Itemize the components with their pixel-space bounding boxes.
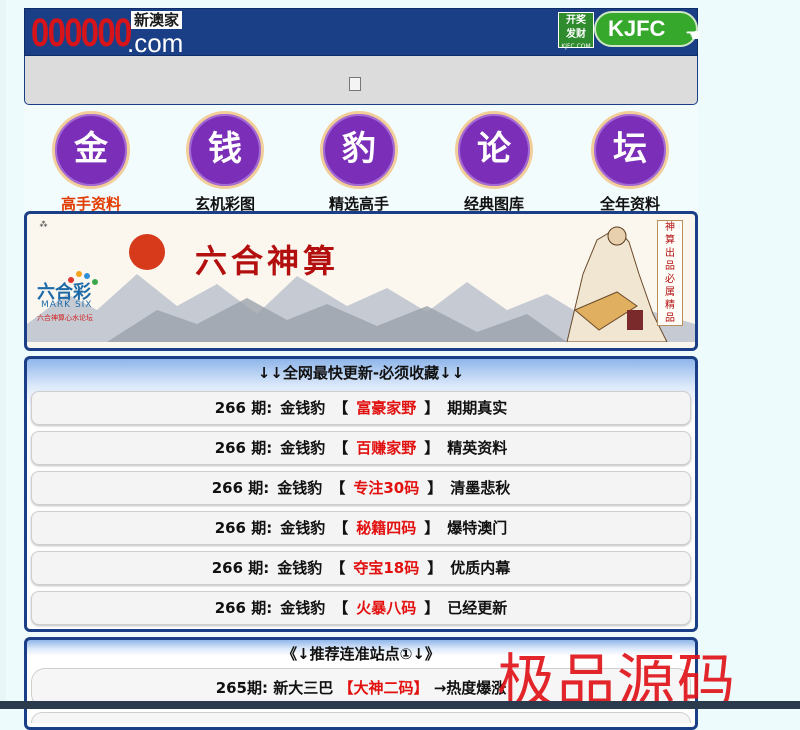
nav-icon-jin: 金: [52, 111, 130, 189]
name: 金钱豹: [277, 559, 323, 577]
side-char: 出: [665, 248, 675, 259]
name: 金钱豹: [280, 439, 326, 457]
highlight: 火暴八码: [356, 599, 417, 617]
list-item[interactable]: 266 期: 金钱豹【专注30码】清墨悲秋: [31, 471, 691, 505]
highlight: 【大神二码】: [338, 679, 429, 697]
period: 266 期:: [214, 599, 273, 617]
name: 新大三巴: [273, 679, 334, 697]
nav-icon-lun: 论: [455, 111, 533, 189]
panel-title: ↓↓全网最快更新-必须收藏↓↓: [257, 364, 465, 382]
window-edge: [0, 0, 6, 709]
figure-belt: [627, 310, 643, 330]
bracket-close: 】: [424, 399, 440, 417]
logo-dot-orange: [76, 271, 82, 277]
taskbar-strip: [0, 701, 800, 709]
name: 金钱豹: [280, 399, 326, 417]
banner-seal-text: ⁂: [39, 220, 48, 229]
tail: 优质内幕: [450, 559, 511, 577]
mark-six-en: MARK SIX: [41, 300, 93, 310]
nav-item-quannian[interactable]: 坛 全年资料: [580, 105, 680, 214]
banner-title: 六合神算: [195, 242, 340, 280]
logo-number: 000000: [31, 11, 132, 55]
broken-image-icon: [349, 77, 361, 91]
nav-item-high-hand[interactable]: 金 高手资料: [41, 105, 141, 214]
bracket-open: 【: [333, 519, 349, 537]
list-item[interactable]: 266 期: 金钱豹【百赚家野】精英资料: [31, 431, 691, 465]
site-logo[interactable]: 000000 .com 新澳家: [29, 11, 199, 58]
figure-head: [607, 226, 627, 246]
side-char: 品: [665, 261, 675, 272]
tail: 爆特澳门: [447, 519, 508, 537]
tail: 精英资料: [447, 439, 508, 457]
list-item[interactable]: 266 期: 金钱豹【富豪家野】期期真实: [31, 391, 691, 425]
broken-image-banner: [24, 56, 698, 105]
nav-icon-bao: 豹: [320, 111, 398, 189]
bracket-open: 【: [333, 399, 349, 417]
side-char: 算: [665, 235, 675, 246]
kjfc-button[interactable]: KJFC: [594, 11, 698, 47]
period: 266 期:: [211, 479, 270, 497]
list-item[interactable]: 266 期: 金钱豹【火暴八码】已经更新: [31, 591, 691, 625]
banner-landscape: [27, 226, 695, 342]
highlight: 富豪家野: [356, 399, 417, 417]
logo-suffix: .com: [127, 28, 184, 58]
sun-shape: [129, 234, 165, 270]
list-item[interactable]: 266 期: 金钱豹【秘籍四码】爆特澳门: [31, 511, 691, 545]
period: 265期:: [215, 679, 268, 697]
name: 金钱豹: [280, 519, 326, 537]
logo-dot-green: [92, 279, 98, 285]
nav-item-jingdian[interactable]: 论 经典图库: [444, 105, 544, 214]
tail: 已经更新: [447, 599, 508, 617]
kjfc-logo-icon[interactable]: 开奖 发财 KJFC.COM: [558, 12, 594, 50]
bracket-close: 】: [424, 519, 440, 537]
name: 金钱豹: [277, 479, 323, 497]
pointer-cursor-icon: ☚: [685, 25, 702, 46]
bracket-open: 【: [333, 599, 349, 617]
tail: 清墨悲秋: [450, 479, 511, 497]
side-char: 属: [665, 287, 675, 298]
category-nav: 金 高手资料 钱 玄机彩图 豹 精选高手 论 经典图库 坛 全年资料: [24, 105, 698, 214]
bracket-close: 】: [424, 599, 440, 617]
highlight: 夺宝18码: [353, 559, 420, 577]
nav-item-xuanji[interactable]: 钱 玄机彩图: [175, 105, 275, 214]
highlight: 专注30码: [353, 479, 420, 497]
banner-side-text: 神 算 出 品 必 属 精 品: [657, 220, 683, 326]
side-char: 精: [665, 300, 675, 311]
page-container: 000000 .com 新澳家 开奖 发财 KJFC.COM KJFC ☚ 金 …: [24, 8, 702, 730]
logo-cn-text: 新澳家: [131, 11, 183, 29]
bracket-close: 】: [427, 479, 443, 497]
bracket-close: 】: [424, 439, 440, 457]
highlight: 秘籍四码: [356, 519, 417, 537]
name: 金钱豹: [280, 599, 326, 617]
promo-banner[interactable]: ⁂ 六合神算 六合彩 MARK SIX 六合神算心水论坛 神 算 出 品 必 属…: [24, 211, 698, 351]
bracket-open: 【: [330, 479, 346, 497]
kjfc-box-line2: 发财: [566, 29, 586, 40]
bracket-open: 【: [333, 439, 349, 457]
mark-six-sub: 六合神算心水论坛: [37, 314, 93, 322]
highlight: 百赚家野: [356, 439, 417, 457]
period: 266 期:: [214, 399, 273, 417]
side-char: 品: [665, 313, 675, 324]
side-char: 必: [665, 274, 675, 285]
nav-icon-qian: 钱: [186, 111, 264, 189]
side-char: 神: [665, 222, 675, 233]
period: 266 期:: [211, 559, 270, 577]
period: 266 期:: [214, 519, 273, 537]
site-header: 000000 .com 新澳家 开奖 发财 KJFC.COM KJFC ☚: [24, 8, 702, 58]
kjfc-box-line3: KJFC.COM: [561, 43, 591, 50]
kjfc-box-line1: 开奖: [566, 15, 586, 26]
bracket-open: 【: [330, 559, 346, 577]
bracket-close: 】: [427, 559, 443, 577]
period: 266 期:: [214, 439, 273, 457]
list-item[interactable]: 266 期: 金钱豹【夺宝18码】优质内幕: [31, 551, 691, 585]
update-panel: ↓↓全网最快更新-必须收藏↓↓ 266 期: 金钱豹【富豪家野】期期真实 266 …: [24, 356, 698, 632]
tail: →热度爆涨: [433, 679, 507, 697]
tail: 期期真实: [447, 399, 508, 417]
nav-icon-tan: 坛: [591, 111, 669, 189]
nav-item-jingxuan[interactable]: 豹 精选高手: [309, 105, 409, 214]
